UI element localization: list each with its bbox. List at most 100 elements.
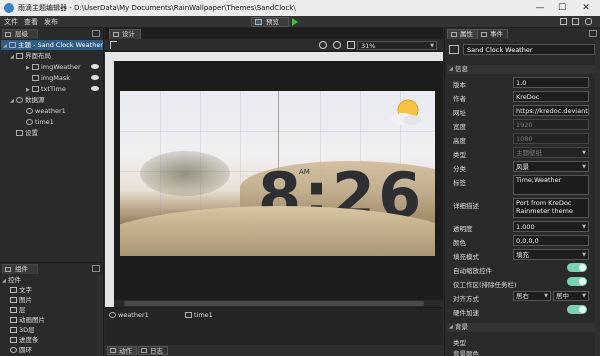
datasource-time1[interactable]: time1 <box>185 311 213 319</box>
eye-icon[interactable] <box>91 64 99 69</box>
prop-label-type: 类型 <box>453 151 466 159</box>
tree-item-settings[interactable]: 设置 <box>16 128 103 138</box>
preview-label: 预览 <box>266 18 279 26</box>
component-image[interactable]: 图片 <box>10 295 32 305</box>
section-info-label: 信息 <box>455 65 468 73</box>
component-3d-layer[interactable]: 3D层 <box>10 325 35 335</box>
zoom-in-icon[interactable] <box>319 41 327 49</box>
pointer-icon[interactable] <box>110 41 117 49</box>
tab-properties[interactable]: 属性 <box>447 29 478 39</box>
tree-item-imgmask[interactable]: imgMask <box>26 73 103 83</box>
tree-item-txttime[interactable]: ▶ txtTime <box>26 84 103 94</box>
hw-accel-toggle[interactable] <box>567 305 587 314</box>
tree-item-theme[interactable]: ◢ 主题 - Sand Clock Weather <box>1 40 103 50</box>
tree-item-imgweather[interactable]: ▶ imgWeather <box>26 62 103 72</box>
align-horizontal-select[interactable]: 居右 ▼ <box>513 291 551 301</box>
prop-label-version: 版本 <box>453 81 466 89</box>
author-field[interactable]: KreDoc <box>513 91 589 102</box>
run-icon[interactable] <box>292 18 298 26</box>
section-info[interactable]: ◢ 信息 <box>447 65 595 74</box>
height-field: 1080 <box>513 133 589 144</box>
scrollbar-thumb[interactable] <box>124 301 424 306</box>
color-field[interactable]: 0,0,0,0 <box>513 235 589 246</box>
close-button[interactable]: ✕ <box>576 1 596 15</box>
fill-mode-select[interactable]: 填充 ▼ <box>513 249 589 260</box>
menu-publish[interactable]: 发布 <box>44 17 58 27</box>
window-title: 雨滴主题编辑器 - D:\UserData\My Documents\RainW… <box>18 4 296 12</box>
components-scrollbar[interactable] <box>97 275 103 356</box>
tab-events[interactable]: 事件 <box>477 29 508 39</box>
events-icon <box>481 32 487 37</box>
component-layer[interactable]: 层 <box>10 305 26 315</box>
cloud-icon[interactable] <box>585 18 592 25</box>
opacity-field[interactable]: 1.000 ▼ <box>513 221 589 232</box>
wallpaper-preview[interactable]: 8:26 AM <box>120 91 435 256</box>
tree-item-weather1[interactable]: weather1 <box>26 106 103 116</box>
components-panel: 组件 ◢ 控件 文字 图片 层 动画图片 3D层 进度条 圆环 <box>0 262 104 356</box>
export-icon[interactable] <box>572 18 579 25</box>
auto-scale-toggle[interactable] <box>567 263 587 272</box>
category-select[interactable]: 风景 ▼ <box>513 161 589 172</box>
minimize-button[interactable]: — <box>530 1 550 15</box>
tree-item-datasource[interactable]: ◢ 数据源 <box>10 95 103 105</box>
tree-item-layout[interactable]: ◢ 界面布局 <box>10 51 103 61</box>
theme-name-input[interactable]: Sand Clock Weather <box>463 44 595 55</box>
eye-icon[interactable] <box>91 86 99 91</box>
type-select: 主题壁纸 ▼ <box>513 147 589 158</box>
fill-mode-value: 填充 <box>516 251 529 259</box>
datasource-strip: weather1 time1 <box>105 307 443 345</box>
component-progress-bar[interactable]: 进度条 <box>10 335 39 345</box>
panel-menu-icon[interactable] <box>589 30 597 37</box>
prop-label-url: 网址 <box>453 109 466 117</box>
save-icon[interactable] <box>560 18 567 25</box>
datasource-weather1[interactable]: weather1 <box>109 311 149 319</box>
zoom-out-icon[interactable] <box>333 41 341 49</box>
section-background[interactable]: ◢ 背景 <box>447 323 595 332</box>
text-icon <box>10 287 17 293</box>
component-animated-image[interactable]: 动画图片 <box>10 315 45 325</box>
layer-icon <box>10 307 17 313</box>
tree-item-time1[interactable]: time1 <box>26 117 103 127</box>
description-field[interactable]: Port from KreDoc Rainmeter theme <box>513 198 589 218</box>
tags-field[interactable]: Time,Weather <box>513 175 589 195</box>
tab-log[interactable]: 日志 <box>138 346 168 355</box>
fit-icon[interactable] <box>347 41 355 49</box>
component-label: 3D层 <box>19 326 35 334</box>
section-background-label: 背景 <box>455 323 468 331</box>
eye-icon[interactable] <box>91 75 99 80</box>
spinner-icon[interactable]: ▼ <box>582 222 586 231</box>
component-ring[interactable]: 圆环 <box>10 345 32 355</box>
am-label[interactable]: AM <box>299 168 310 176</box>
tree-item-label: 数据源 <box>25 96 45 104</box>
menu-view[interactable]: 查看 <box>24 17 38 27</box>
opacity-value: 1.000 <box>516 223 535 231</box>
component-label: 图片 <box>19 296 32 304</box>
maximize-button[interactable]: ☐ <box>552 1 572 15</box>
workarea-only-toggle[interactable] <box>567 277 587 286</box>
zoom-select[interactable]: 31% ▼ <box>357 41 437 50</box>
menu-file[interactable]: 文件 <box>4 17 18 27</box>
tab-design[interactable]: 设计 <box>109 29 141 39</box>
panel-menu-icon[interactable] <box>92 265 100 272</box>
tab-actions[interactable]: 动作 <box>107 346 137 355</box>
component-group-controls[interactable]: ◢ 控件 <box>2 275 21 285</box>
component-label: 文字 <box>19 286 32 294</box>
chevron-down-icon: ▼ <box>582 293 586 299</box>
sun-cloud-icon[interactable] <box>386 97 426 129</box>
datasource-icon <box>16 97 23 103</box>
url-field[interactable]: https://kredoc.deviantart.c <box>513 105 589 116</box>
version-field[interactable]: 1.0 <box>513 77 589 88</box>
3d-layer-icon <box>10 327 17 333</box>
panel-menu-icon[interactable] <box>92 30 100 37</box>
component-text[interactable]: 文字 <box>10 285 32 295</box>
chevron-down-icon: ▼ <box>430 43 434 49</box>
prop-label-workarea-only: 仅工作区(排除任务栏) <box>453 281 517 289</box>
tab-log-label: 日志 <box>150 347 163 355</box>
tab-events-label: 事件 <box>490 30 503 38</box>
tab-components[interactable]: 组件 <box>2 264 38 274</box>
canvas-hscrollbar[interactable] <box>114 300 443 307</box>
preview-button[interactable]: 预览 <box>251 17 289 27</box>
properties-scrollbar[interactable] <box>595 40 600 356</box>
tab-layers[interactable]: 层级 <box>2 29 38 39</box>
align-vertical-select[interactable]: 居中 ▼ <box>553 291 589 301</box>
